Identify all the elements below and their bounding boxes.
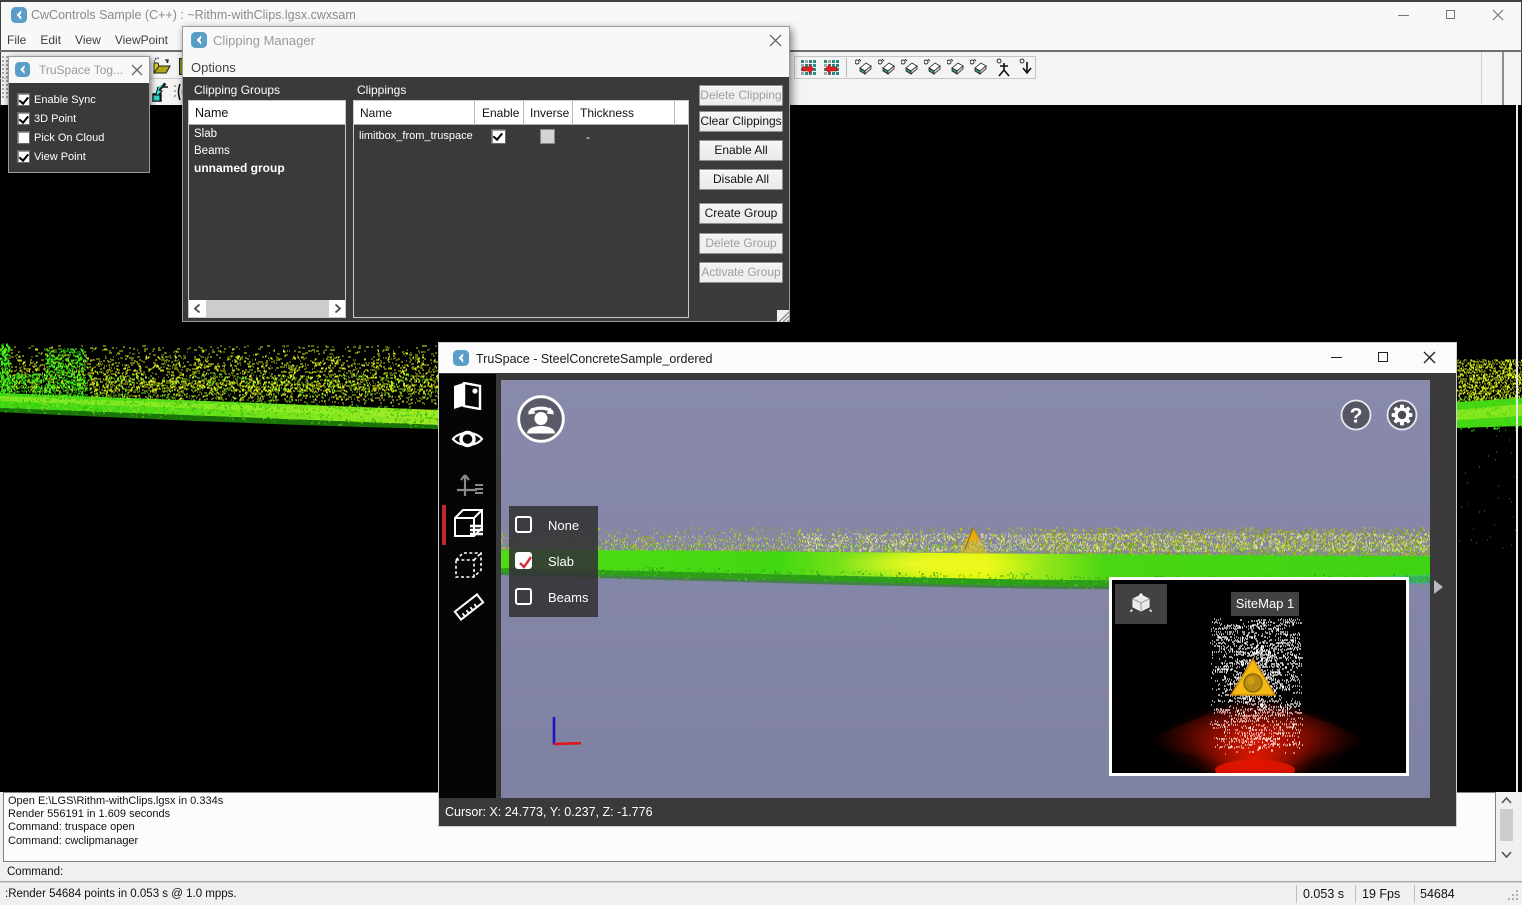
svg-text:?: ? [1350,405,1363,428]
